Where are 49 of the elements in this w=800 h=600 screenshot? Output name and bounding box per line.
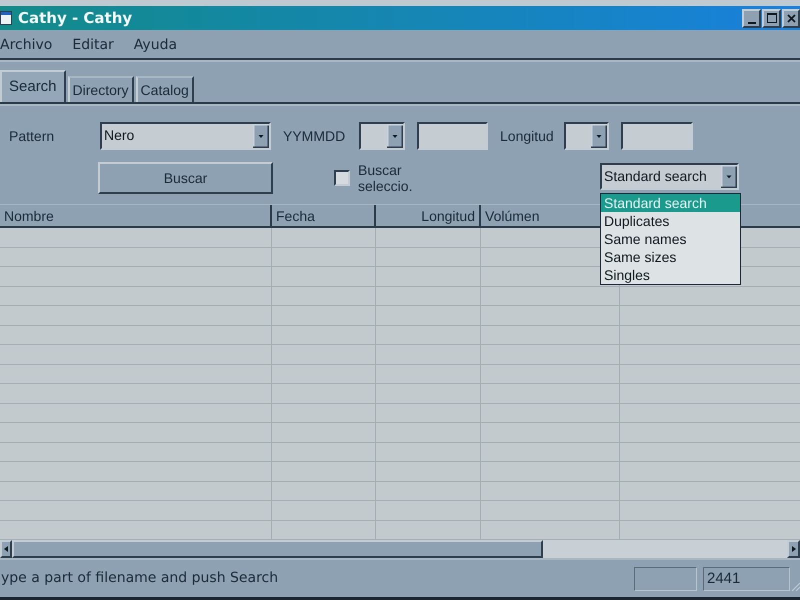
dropdown-option[interactable]: Same sizes <box>601 248 740 266</box>
window-title: Cathy - Cathy <box>18 8 132 29</box>
minimize-button[interactable] <box>742 8 761 28</box>
search-mode-dropdown[interactable]: Standard search <box>600 163 739 190</box>
column-header[interactable]: Fecha <box>272 205 376 226</box>
menu-item[interactable]: Archivo <box>0 35 52 55</box>
status-panel <box>634 566 697 590</box>
pattern-dropdown[interactable]: Nero <box>100 122 271 150</box>
maximize-icon <box>766 13 776 23</box>
scroll-left-button[interactable] <box>0 540 12 558</box>
menu-item[interactable]: Editar <box>72 35 114 55</box>
tab[interactable]: Search <box>0 70 66 102</box>
close-icon <box>786 14 796 22</box>
right-arrow-icon <box>792 546 796 552</box>
window-icon <box>0 11 12 25</box>
dropdown-arrow-icon[interactable] <box>253 124 269 148</box>
dropdown-arrow-icon[interactable] <box>721 165 737 188</box>
maximize-button[interactable] <box>762 8 781 28</box>
close-button[interactable] <box>782 8 800 28</box>
dropdown-option[interactable]: Duplicates <box>601 212 740 230</box>
length-label: Longitud <box>500 126 555 146</box>
status-count: 2441 <box>703 566 790 590</box>
length-dropdown[interactable] <box>564 122 609 150</box>
tab[interactable]: Catalog <box>136 76 194 102</box>
dropdown-arrow-icon[interactable] <box>387 124 403 148</box>
minimize-icon <box>748 22 756 24</box>
date-input-field[interactable] <box>417 122 488 150</box>
column-header[interactable]: Longitud <box>376 205 481 226</box>
column-header[interactable]: Volúmen <box>481 205 600 226</box>
left-arrow-icon <box>4 546 8 552</box>
status-message: ype a part of filename and push Search <box>0 569 278 588</box>
dropdown-option[interactable]: Singles <box>601 266 740 284</box>
scroll-right-button[interactable] <box>787 540 800 558</box>
search-button[interactable]: Buscar <box>98 162 273 194</box>
tab[interactable]: Directory <box>68 76 134 102</box>
date-label: YYMMDD <box>283 126 346 146</box>
dropdown-option[interactable]: Same names <box>601 230 740 248</box>
column-header[interactable]: Nombre <box>0 205 272 226</box>
pattern-label: Pattern <box>9 126 56 146</box>
length-input-field[interactable] <box>621 122 693 150</box>
checkbox-label: Buscar seleccio. <box>358 162 414 194</box>
dropdown-arrow-icon[interactable] <box>591 124 607 148</box>
dropdown-option[interactable]: Standard search <box>601 194 740 212</box>
horizontal-scrollbar[interactable] <box>0 540 800 558</box>
resize-grip-icon[interactable] <box>790 580 800 590</box>
menu-item[interactable]: Ayuda <box>134 35 178 55</box>
checkbox[interactable] <box>334 170 350 186</box>
date-dropdown[interactable] <box>359 122 405 150</box>
scrollbar-thumb[interactable] <box>12 540 543 558</box>
